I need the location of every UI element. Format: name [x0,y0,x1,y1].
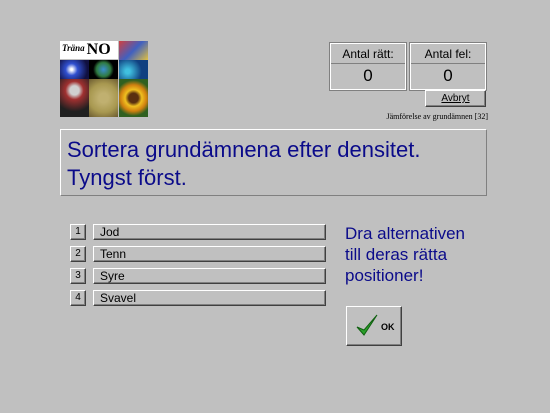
position-number-3: 3 [70,268,86,284]
question-line-2: Tyngst först. [67,165,187,190]
logo-image-sunflower [119,79,148,117]
instruction-line-2: till deras rätta [345,245,448,264]
correct-count-value: 0 [363,66,373,85]
logo-title: Träna NO [60,41,118,59]
question-panel: Sortera grundämnena efter densitet. Tyng… [60,129,487,196]
cancel-button-label: Avbryt [441,93,470,104]
wrong-count-label: Antal fel: [411,47,485,64]
logo-image-molecules [119,41,148,60]
position-number-2: 2 [70,246,86,262]
draggable-item-4[interactable]: Svavel [93,290,326,306]
draggable-item-2[interactable]: Tenn [93,246,326,262]
correct-count-label: Antal rätt: [331,47,405,64]
instruction-text: Dra alternativen till deras rätta positi… [345,223,465,286]
logo-image-lightning [60,60,89,79]
exercise-subtitle: Jämförelse av grundämnen [32] [386,112,488,121]
draggable-item-3[interactable]: Syre [93,268,326,284]
position-number-4: 4 [70,290,86,306]
wrong-count-box: Antal fel: 0 [409,42,487,91]
ok-button[interactable]: OK [346,306,402,346]
instruction-line-3: positioner! [345,266,424,285]
correct-count-box: Antal rätt: 0 [329,42,407,91]
draggable-item-1[interactable]: Jod [93,224,326,240]
logo-text-small: Träna [62,43,85,53]
checkmark-icon [356,314,378,336]
logo-image-cells [119,60,148,79]
ok-button-label: OK [381,322,395,332]
app-logo: Träna NO [60,41,148,117]
cancel-button[interactable]: Avbryt [425,90,486,107]
position-number-1: 1 [70,224,86,240]
logo-image-skull [60,79,89,117]
instruction-line-1: Dra alternativen [345,224,466,243]
question-text: Sortera grundämnena efter densitet. Tyng… [67,136,420,192]
logo-image-earth [89,60,118,79]
wrong-count-value: 0 [443,66,453,85]
logo-image-vitruvian [89,79,118,117]
question-line-1: Sortera grundämnena efter densitet. [67,137,421,162]
logo-text-big: NO [86,41,111,58]
